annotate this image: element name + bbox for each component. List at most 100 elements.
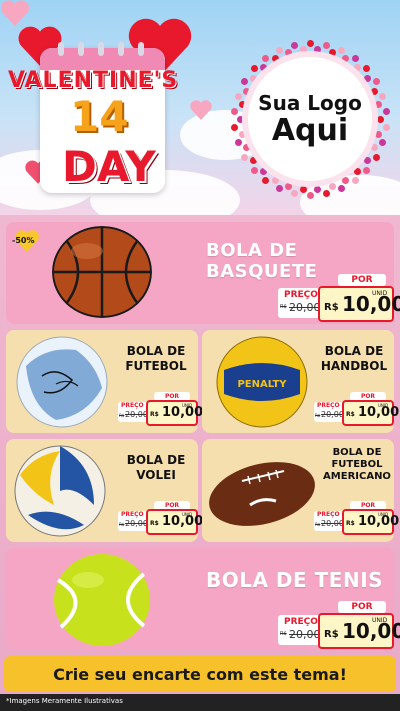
logo-frame-dot <box>322 41 330 49</box>
logo-frame-dot <box>285 182 293 190</box>
soccer-ball-image <box>16 336 108 428</box>
old-price-prefix: R$ <box>315 413 321 418</box>
logo-frame-dot <box>299 185 307 193</box>
old-price: 20,00 <box>289 301 321 314</box>
basketball-image <box>52 226 152 318</box>
day-title: DAY <box>62 142 156 191</box>
preco-label: PREÇO <box>284 617 318 627</box>
logo-frame-dot <box>351 54 359 62</box>
logo-frame-dot <box>314 185 322 193</box>
new-price: 10,00 <box>342 292 400 316</box>
old-price-prefix: R$ <box>280 304 287 310</box>
preco-label: PREÇO <box>121 402 144 409</box>
old-price-prefix: R$ <box>119 413 125 418</box>
logo-frame-dot <box>250 166 258 174</box>
currency-symbol: R$ <box>346 411 355 418</box>
logo-frame-dot <box>250 74 258 82</box>
product-title-line2: VOLEI <box>136 468 176 482</box>
old-price-prefix: R$ <box>315 522 321 527</box>
logo-frame-dot <box>276 185 284 193</box>
american-football-image <box>209 462 315 526</box>
product-title-line2: HANDBOL <box>320 359 388 373</box>
product-title: BOLA DE FUTEBOL AMERICANO <box>320 447 394 483</box>
old-price: 20,00 <box>321 519 344 528</box>
logo-frame-dot <box>375 130 383 138</box>
old-price-prefix: R$ <box>280 631 287 637</box>
logo-frame-dot <box>328 182 336 190</box>
preco-label: PREÇO <box>317 402 340 409</box>
logo-frame-dot <box>363 166 371 174</box>
logo-frame-dot <box>379 139 387 147</box>
logo-frame-dot <box>238 101 246 109</box>
new-price-box: UNID R$ 10,00 <box>318 286 400 322</box>
logo-frame-dot <box>276 46 284 54</box>
logo-frame-dot <box>342 176 349 184</box>
day-number: 14 <box>70 92 129 141</box>
logo-frame-dot <box>375 101 383 109</box>
old-price-box: PREÇO R$ 20,00 <box>278 288 322 318</box>
new-price-box: UNID R$ 10,00 <box>342 400 399 426</box>
logo-frame-dot <box>241 78 249 85</box>
logo-frame-dot <box>370 144 378 152</box>
old-price: 20,00 <box>321 410 344 419</box>
logo-frame-dot <box>243 144 251 152</box>
cta-banner[interactable]: Crie seu encarte com este tema! <box>4 656 396 692</box>
logo-frame-dot <box>379 92 387 100</box>
logo-frame-dot <box>337 46 345 54</box>
heart-icon <box>190 100 212 120</box>
logo-frame-dot <box>241 154 249 161</box>
old-price: 20,00 <box>289 628 321 641</box>
logo-frame-dot <box>307 192 314 199</box>
logo-frame-dot <box>250 157 258 165</box>
logo-placeholder: Sua Logo Aqui <box>230 40 390 199</box>
logo-frame-dot <box>353 168 361 176</box>
product-title: BOLA DE FUTEBOL <box>116 344 196 374</box>
svg-text:PENALTY: PENALTY <box>237 379 287 390</box>
logo-frame-dot <box>260 168 268 176</box>
discount-badge-text: -50% <box>12 236 35 245</box>
logo-frame-dot <box>299 46 307 54</box>
logo-frame-dot <box>370 87 378 95</box>
logo-frame-dot <box>372 154 380 161</box>
old-price-box: PREÇO R$ 20,00 <box>278 615 322 645</box>
volleyball-image <box>14 445 106 537</box>
logo-frame-dot <box>272 55 279 63</box>
new-price: 10,00 <box>342 619 400 643</box>
new-price: 10,00 <box>358 405 400 420</box>
product-title-line2: FUTEBOL <box>125 359 187 373</box>
logo-frame-dot <box>353 63 361 71</box>
logo-frame-dot <box>238 130 246 138</box>
product-card-american-football: BOLA DE FUTEBOL AMERICANO POR PREÇO R$ 2… <box>202 439 399 542</box>
product-title-line2: FUTEBOL <box>331 459 383 470</box>
logo-frame-dot <box>382 108 390 116</box>
logo-frame-dot <box>372 78 380 85</box>
logo-frame-dot <box>363 74 371 82</box>
product-title-line1: BOLA DE <box>332 447 382 458</box>
currency-symbol: R$ <box>324 302 339 313</box>
logo-frame-dot <box>337 185 345 193</box>
tennis-ball-image <box>54 554 150 646</box>
currency-symbol: R$ <box>346 520 355 527</box>
hero-banner: VALENTINE'S 14 DAY Sua Logo Aqui <box>0 0 400 215</box>
currency-symbol: R$ <box>150 520 159 527</box>
logo-text-line1: Sua Logo <box>258 91 362 115</box>
logo-frame-dot <box>262 54 270 62</box>
logo-circle: Sua Logo Aqui <box>248 57 372 181</box>
logo-frame-dot <box>363 65 371 73</box>
old-price: 20,00 <box>125 410 148 419</box>
product-title-line3: AMERICANO <box>323 471 391 482</box>
logo-frame-dot <box>262 177 270 185</box>
logo-frame-dot <box>314 46 322 54</box>
logo-frame-dot <box>231 123 239 131</box>
preco-label: PREÇO <box>317 511 340 518</box>
logo-frame-dot <box>243 87 251 95</box>
logo-frame-dot <box>382 123 390 131</box>
new-price-box: UNID R$ 10,00 <box>342 509 399 535</box>
calendar-ring <box>58 42 64 56</box>
calendar-ring <box>118 42 124 56</box>
old-price-prefix: R$ <box>119 522 125 527</box>
por-label: POR <box>338 274 386 286</box>
product-card-tennis: BOLA DE TENIS POR PREÇO R$ 20,00 UNID R$… <box>6 548 400 650</box>
logo-frame-dot <box>291 190 299 198</box>
product-title: BOLA DE VOLEI <box>116 453 196 483</box>
